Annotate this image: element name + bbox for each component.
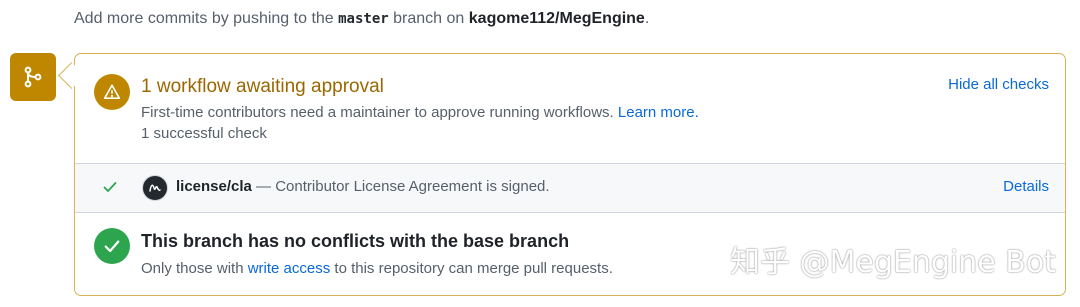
avatar	[142, 175, 168, 201]
watermark: 知乎 @MegEngine Bot	[730, 245, 1056, 280]
check-desc: — Contributor License Agreement is signe…	[251, 178, 550, 195]
details-link[interactable]: Details	[1003, 178, 1049, 195]
push-hint: Add more commits by pushing to the maste…	[74, 10, 649, 28]
workflow-title: 1 workflow awaiting approval	[141, 76, 384, 97]
merge-status-title: This branch has no conflicts with the ba…	[141, 231, 570, 251]
alert-icon	[94, 74, 130, 110]
merge-status-desc: Only those with write access to this rep…	[141, 260, 613, 277]
write-access-link[interactable]: write access	[248, 260, 331, 277]
check-icon	[102, 179, 118, 200]
workflow-desc-line: First-time contributors need a maintaine…	[141, 104, 699, 121]
hide-all-checks-link[interactable]: Hide all checks	[948, 76, 1049, 93]
git-branch-icon	[10, 53, 56, 101]
check-description: license/cla — Contributor License Agreem…	[176, 178, 550, 195]
check-circle-icon	[94, 228, 130, 264]
check-name: license/cla	[176, 178, 252, 195]
learn-more-link[interactable]: Learn more.	[618, 104, 699, 121]
workflow-desc: First-time contributors need a maintaine…	[141, 104, 614, 121]
merge-desc-suffix: to this repository can merge pull reques…	[330, 260, 613, 277]
hint-middle: branch on	[388, 10, 469, 27]
hint-prefix: Add more commits by pushing to the	[74, 10, 339, 27]
checks-summary: 1 successful check	[141, 125, 267, 142]
merge-desc-prefix: Only those with	[141, 260, 248, 277]
hint-suffix: .	[644, 10, 650, 27]
workflow-section: 1 workflow awaiting approval First-time …	[75, 54, 1065, 163]
branch-name: master	[338, 11, 389, 27]
status-check-row: license/cla — Contributor License Agreem…	[75, 163, 1065, 213]
repo-name: kagome112/MegEngine	[468, 10, 645, 27]
